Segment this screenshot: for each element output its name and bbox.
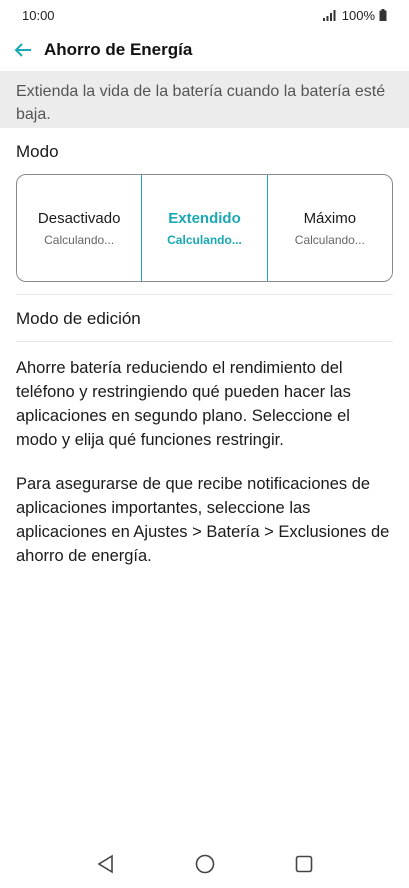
app-bar: Ahorro de Energía — [0, 30, 409, 70]
mode-option-name: Desactivado — [37, 209, 121, 227]
mode-option-maximo[interactable]: Máximo Calculando... — [268, 175, 392, 281]
info-banner: Extienda la vida de la batería cuando la… — [0, 71, 409, 128]
mode-option-sub: Calculando... — [294, 232, 365, 247]
recents-nav-icon[interactable] — [284, 844, 324, 884]
back-nav-icon[interactable] — [86, 844, 126, 884]
status-bar: 10:00 100% — [0, 0, 409, 30]
mode-option-desactivado[interactable]: Desactivado Calculando... — [17, 175, 141, 281]
edit-mode-item[interactable]: Modo de edición — [16, 309, 141, 329]
arrow-left-icon[interactable] — [12, 39, 34, 61]
navigation-bar — [0, 840, 409, 888]
home-nav-icon[interactable] — [185, 844, 225, 884]
battery-percent: 100% — [341, 7, 375, 23]
mode-selector: Desactivado Calculando... Extendido Calc… — [16, 174, 393, 282]
divider — [16, 294, 393, 295]
description-paragraph-1: Ahorre batería reduciendo el rendimiento… — [16, 359, 351, 449]
mode-label: Modo — [16, 142, 59, 161]
page-title: Ahorro de Energía — [44, 40, 193, 59]
mode-option-name: Extendido — [168, 209, 241, 227]
mode-option-sub: Calculando... — [167, 232, 242, 247]
mode-option-sub: Calculando... — [44, 232, 115, 247]
status-time: 10:00 — [22, 7, 55, 23]
mode-option-extendido[interactable]: Extendido Calculando... — [141, 175, 268, 281]
mode-option-name: Máximo — [303, 209, 357, 227]
status-icons: 100% — [322, 8, 387, 23]
battery-icon — [379, 9, 387, 21]
description-paragraph-2: Para asegurarse de que recibe notificaci… — [16, 475, 390, 565]
banner-text: Extienda la vida de la batería cuando la… — [16, 83, 386, 123]
divider — [16, 341, 393, 342]
signal-icon — [322, 10, 336, 21]
